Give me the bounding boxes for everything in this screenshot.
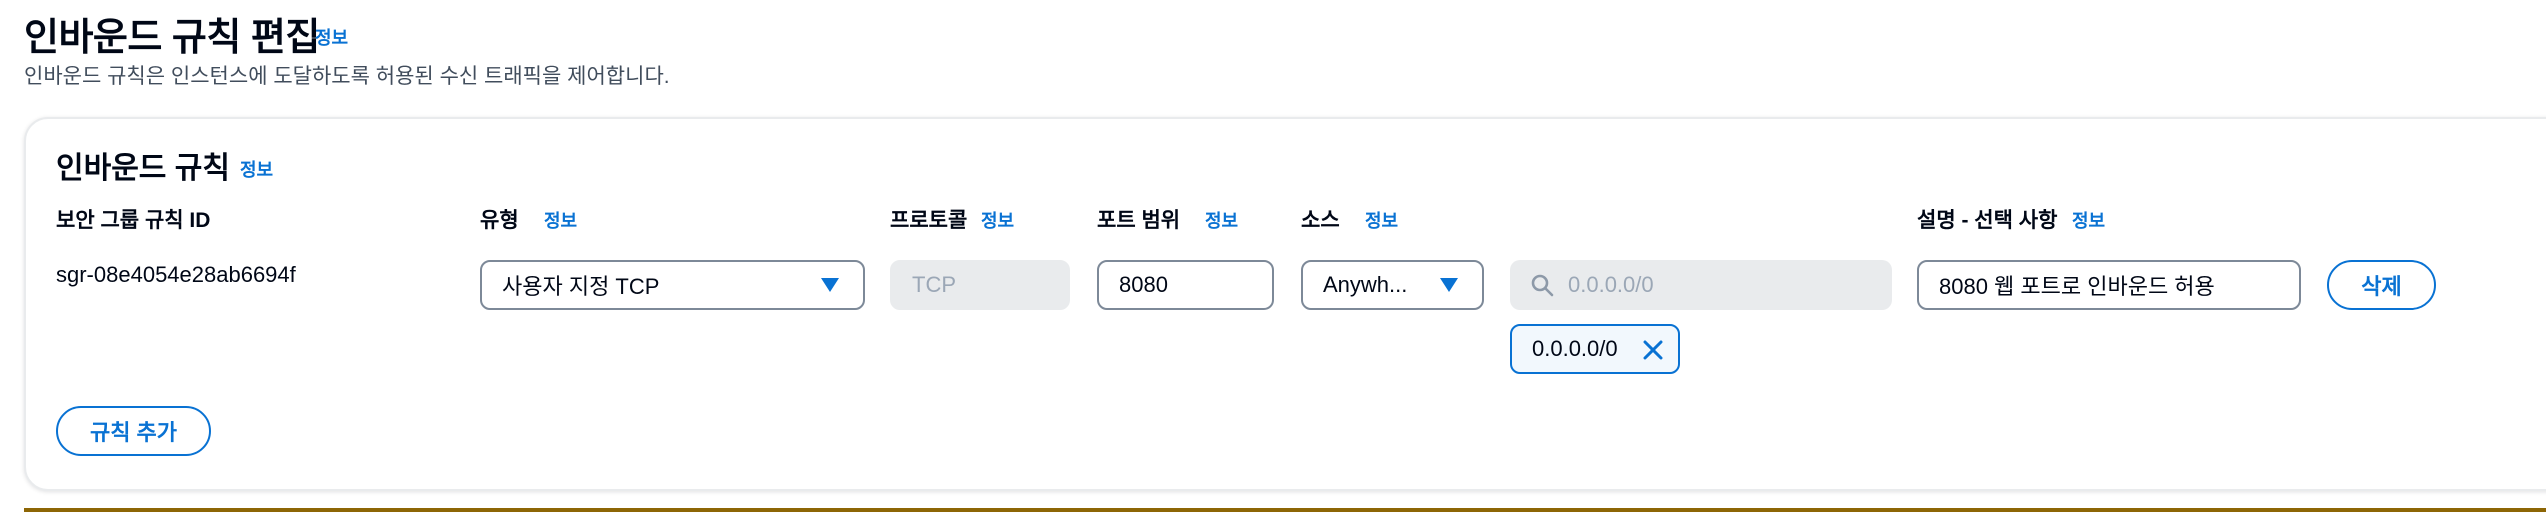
panel-title: 인바운드 규칙	[56, 152, 230, 185]
protocol-field-value: TCP	[912, 272, 956, 297]
column-header-source: 소스	[1301, 209, 1340, 232]
close-icon[interactable]	[1640, 337, 1666, 363]
delete-rule-button[interactable]: 삭제	[2327, 260, 2436, 310]
source-info-link[interactable]: 정보	[1365, 207, 1398, 233]
footer-accent-bar	[24, 508, 2546, 512]
page-title: 인바운드 규칙 편집	[24, 17, 320, 59]
column-header-port-range: 포트 범위	[1097, 209, 1181, 232]
port-range-input[interactable]: 8080	[1097, 260, 1274, 310]
page-description: 인바운드 규칙은 인스턴스에 도달하도록 허용된 수신 트래픽을 제어합니다.	[24, 65, 670, 88]
column-header-description: 설명 - 선택 사항	[1917, 209, 2058, 232]
caret-down-icon	[821, 278, 839, 292]
add-rule-button[interactable]: 규칙 추가	[56, 406, 211, 456]
cidr-token: 0.0.0.0/0	[1510, 324, 1680, 374]
cidr-search-placeholder: 0.0.0.0/0	[1568, 272, 1654, 297]
rule-id-value: sgr-08e4054e28ab6694f	[56, 262, 296, 287]
description-input-value: 8080 웹 포트로 인바운드 허용	[1939, 274, 2215, 299]
page-title-info-link[interactable]: 정보	[315, 24, 348, 50]
search-icon	[1531, 274, 1554, 297]
description-input[interactable]: 8080 웹 포트로 인바운드 허용	[1917, 260, 2301, 310]
type-select[interactable]: 사용자 지정 TCP	[480, 260, 865, 310]
protocol-info-link[interactable]: 정보	[981, 207, 1014, 233]
column-header-type: 유형	[480, 209, 519, 232]
cidr-token-label: 0.0.0.0/0	[1532, 336, 1618, 361]
caret-down-icon	[1440, 278, 1458, 292]
edit-inbound-rules-page: 인바운드 규칙 편집 정보 인바운드 규칙은 인스턴스에 도달하도록 허용된 수…	[0, 0, 2546, 512]
source-select[interactable]: Anywh...	[1301, 260, 1484, 310]
column-header-rule-id: 보안 그룹 규칙 ID	[56, 209, 211, 232]
column-header-protocol: 프로토콜	[890, 209, 968, 232]
type-select-value: 사용자 지정 TCP	[502, 274, 660, 299]
port-range-input-value: 8080	[1119, 272, 1168, 297]
panel-title-info-link[interactable]: 정보	[240, 156, 273, 182]
description-info-link[interactable]: 정보	[2072, 207, 2105, 233]
protocol-field: TCP	[890, 260, 1070, 310]
port-range-info-link[interactable]: 정보	[1205, 207, 1238, 233]
type-info-link[interactable]: 정보	[544, 207, 577, 233]
source-select-value: Anywh...	[1323, 272, 1408, 297]
cidr-search-input[interactable]: 0.0.0.0/0	[1510, 260, 1892, 310]
